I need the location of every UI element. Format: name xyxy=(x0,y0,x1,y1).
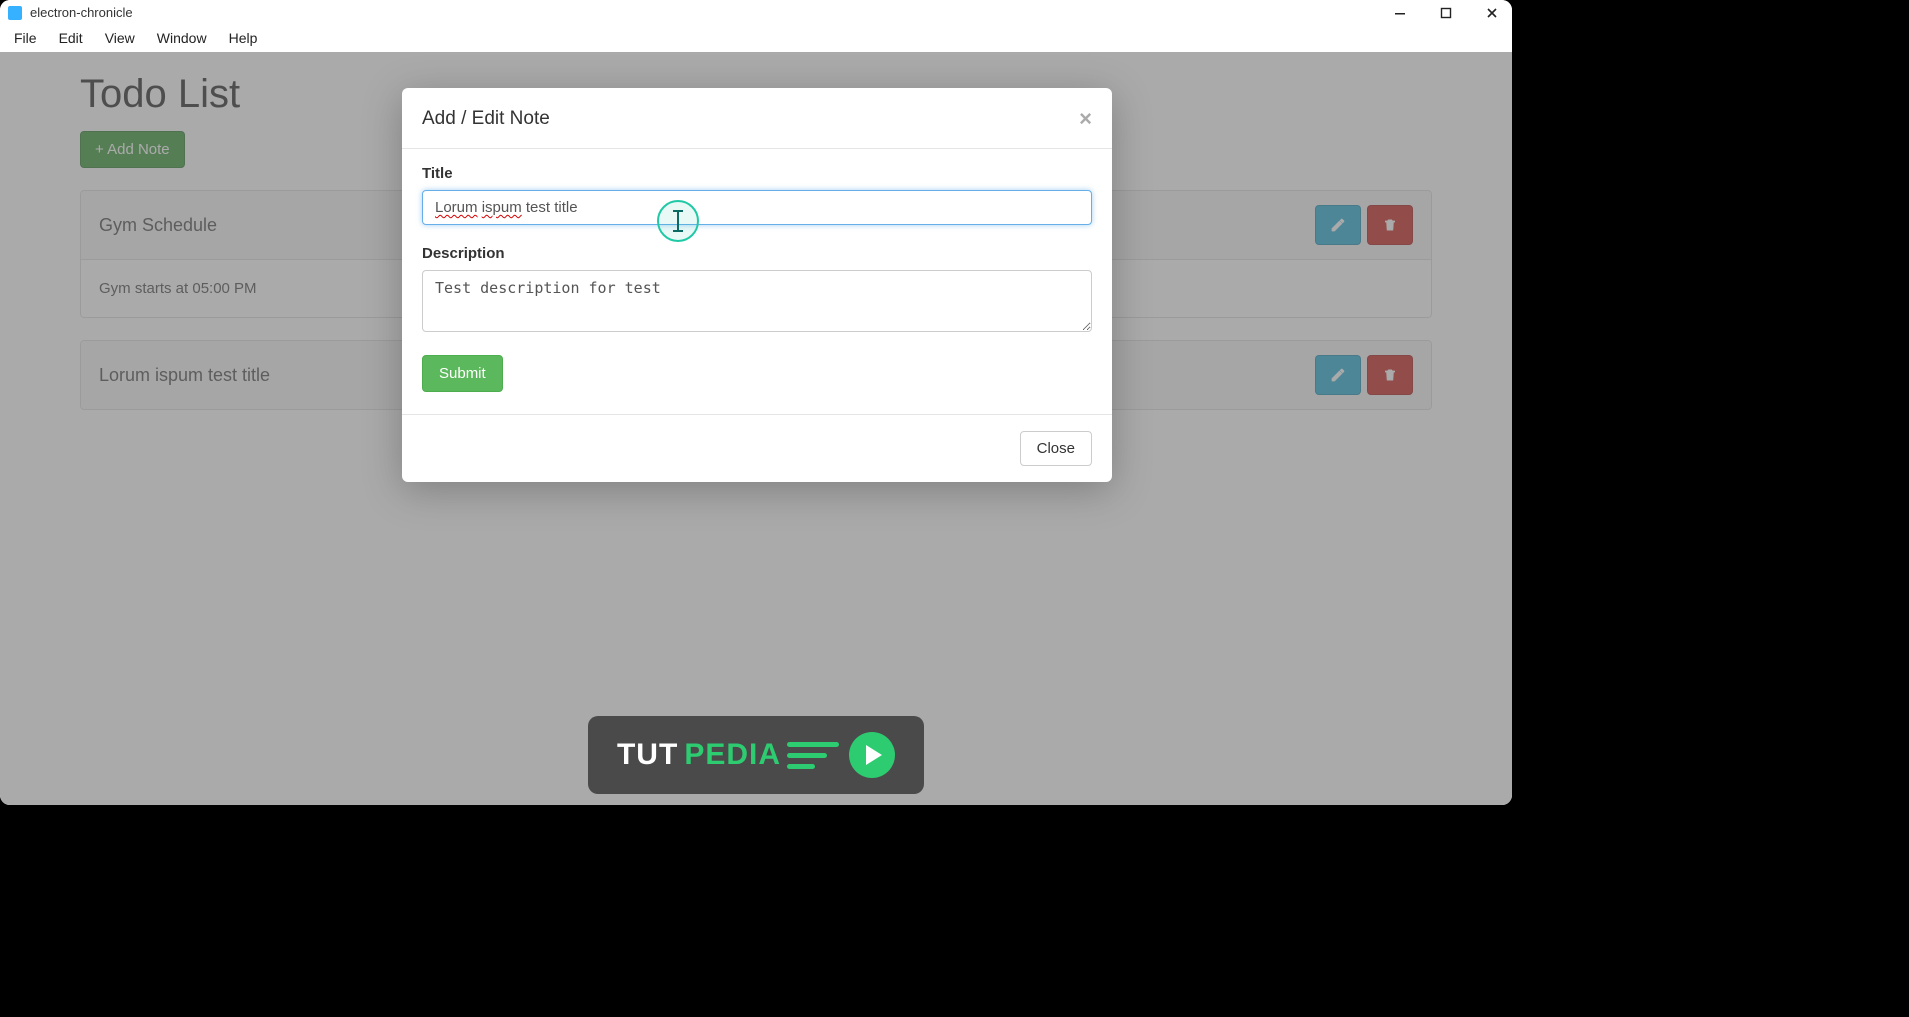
watermark-text-tut: TUT xyxy=(617,738,678,772)
menu-edit[interactable]: Edit xyxy=(49,27,93,49)
titlebar: electron-chronicle xyxy=(0,0,1512,25)
menu-help[interactable]: Help xyxy=(219,27,268,49)
menu-view[interactable]: View xyxy=(95,27,145,49)
modal-close-x[interactable]: × xyxy=(1079,106,1092,132)
close-button[interactable]: Close xyxy=(1020,431,1092,466)
watermark-logo: TUT PEDIA xyxy=(588,716,924,794)
watermark-text-pedia: PEDIA xyxy=(684,738,781,772)
menu-window[interactable]: Window xyxy=(147,27,217,49)
close-window-button[interactable] xyxy=(1480,7,1504,19)
maximize-button[interactable] xyxy=(1434,7,1458,19)
app-icon xyxy=(8,6,22,20)
menubar: File Edit View Window Help xyxy=(0,25,1512,52)
minimize-button[interactable] xyxy=(1388,7,1412,19)
speed-lines-icon xyxy=(787,737,843,773)
description-label: Description xyxy=(422,245,1092,262)
modal-body: Title Lorum ispum test title Description… xyxy=(402,149,1112,414)
submit-button[interactable]: Submit xyxy=(422,355,503,392)
modal-title: Add / Edit Note xyxy=(422,108,550,130)
modal-header: Add / Edit Note × xyxy=(402,88,1112,149)
description-textarea[interactable] xyxy=(422,270,1092,332)
menu-file[interactable]: File xyxy=(4,27,47,49)
title-label: Title xyxy=(422,165,1092,182)
edit-note-modal: Add / Edit Note × Title Lorum ispum test… xyxy=(402,88,1112,482)
window-controls xyxy=(1388,7,1504,19)
title-input[interactable] xyxy=(422,190,1092,225)
play-icon xyxy=(849,732,895,778)
window-title: electron-chronicle xyxy=(30,5,133,20)
app-window: electron-chronicle File Edit View Window… xyxy=(0,0,1512,805)
modal-footer: Close xyxy=(402,414,1112,482)
